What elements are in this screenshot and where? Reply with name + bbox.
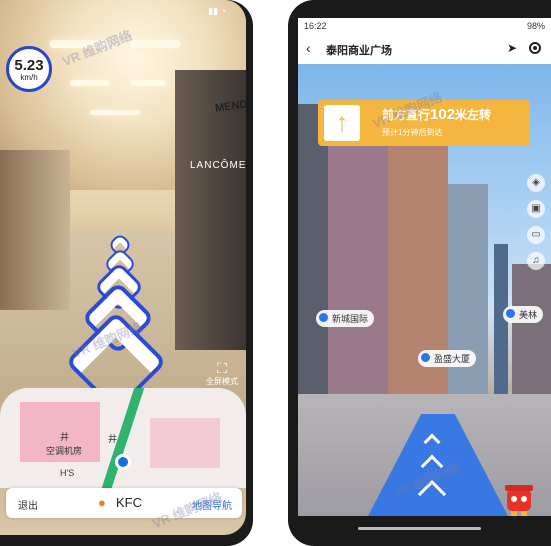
back-icon[interactable]: ‹ [306,40,311,56]
speed-value: 5.23 [14,57,44,74]
location-pin-icon: ● [98,495,106,510]
left-phone: LANCÔME MENDE 5.23 km/h ▮▮ ◔ ⛶ 全屏模式 井 井 … [0,0,253,546]
shop-left [0,150,70,310]
building [328,144,388,394]
exit-button[interactable]: 退出 [18,497,38,512]
picture-icon[interactable]: ▭ [527,226,545,244]
status-battery: 98% [526,21,545,31]
eta-text: 预计1分钟后到达 [382,128,443,137]
fullscreen-label: 全屏模式 [206,377,238,386]
direction-suffix: 米左转 [455,108,492,122]
speed-unit: km/h [20,73,38,82]
fullscreen-icon: ⛶ [217,360,227,376]
poi-label[interactable]: 盈盛大厦 [418,350,477,367]
speed-indicator: 5.23 km/h [6,46,52,92]
camera-icon[interactable]: ▣ [527,200,545,218]
tag-icon[interactable]: ◈ [527,174,545,192]
straight-arrow-icon: ↑ [324,105,360,141]
status-bar-icons: ▮▮ ◔ [208,6,226,16]
store-sign: LANCÔME [190,160,246,171]
shop-right [175,70,246,350]
destination-label[interactable]: KFC [116,495,142,510]
page-title: 泰阳商业广场 [326,45,392,57]
poi-label[interactable]: 美林 [503,306,544,323]
music-icon[interactable]: ♫ [527,252,545,270]
ceiling-light [90,110,140,115]
map-area [150,418,220,468]
building [512,264,551,394]
building [298,104,328,394]
mini-map[interactable]: 井 井 空调机房 H'S [0,388,246,488]
current-location-dot [115,454,131,470]
street-view: ↑ 前方直行102米左转 预计1分钟后到达 ◈ ▣ ▭ ♫ 新城国际 盈盛大厦 … [298,64,551,516]
mall-ar-view: LANCÔME MENDE 5.23 km/h ▮▮ ◔ ⛶ 全屏模式 井 井 … [0,0,246,535]
status-time: 16:22 [304,21,327,31]
status-bar: 16:22 98% [298,18,551,34]
poi-label[interactable]: 新城国际 [316,310,375,327]
home-indicator [358,527,481,530]
ceiling-light [70,80,110,86]
target-icon[interactable] [529,42,541,54]
map-label: 空调机房 [46,446,83,456]
right-phone: 16:22 98% ‹ 泰阳商业广场 ➤ ↑ 前方直行102米左转 预计1分钟后… [288,0,551,546]
mascot-icon [505,485,533,516]
location-arrow-icon[interactable]: ➤ [507,41,517,55]
ceiling-light [130,40,180,48]
map-label: 井 [108,434,118,444]
ceiling-light [130,80,166,86]
app-header: ‹ 泰阳商业广场 ➤ [298,34,551,64]
map-label: 井 [60,432,70,442]
map-label: H'S [60,468,75,478]
